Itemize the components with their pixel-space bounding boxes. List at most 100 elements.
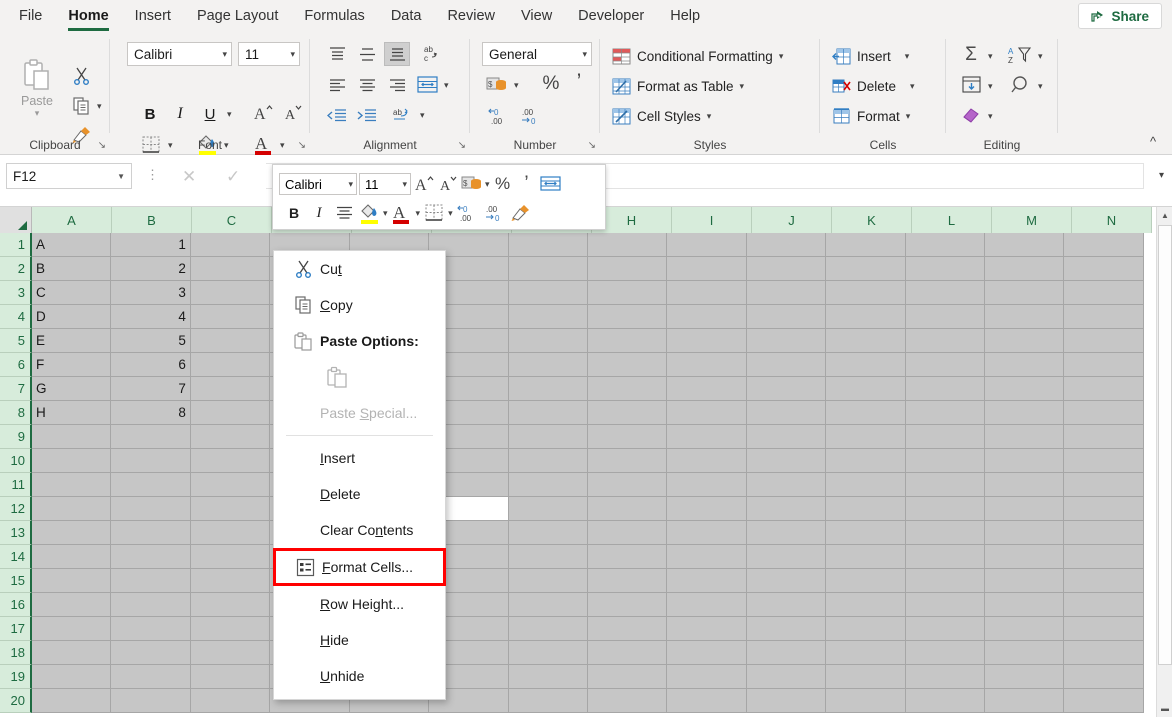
row-header-17[interactable]: 17: [0, 617, 32, 641]
row-header-19[interactable]: 19: [0, 665, 32, 689]
find-and-select-button[interactable]: [1008, 73, 1034, 97]
cancel-icon[interactable]: ✕: [182, 167, 196, 187]
cell-K18[interactable]: [826, 641, 906, 665]
cell-J7[interactable]: [746, 377, 827, 401]
cell-L13[interactable]: [905, 521, 986, 545]
number-dialog-launcher[interactable]: ↘: [588, 140, 596, 151]
increase-decimal-button[interactable]: 0.00: [484, 103, 514, 129]
cell-B12[interactable]: [111, 497, 191, 521]
cell-B8[interactable]: 8: [111, 401, 191, 425]
cell-L16[interactable]: [905, 593, 986, 617]
cell-H7[interactable]: [587, 377, 668, 401]
cell-I10[interactable]: [667, 449, 747, 473]
merge-center-chevron-icon[interactable]: ▾: [420, 110, 425, 121]
increase-indent-button[interactable]: [354, 103, 380, 127]
cell-J18[interactable]: [746, 641, 827, 665]
cell-M9[interactable]: [985, 425, 1065, 449]
cell-J5[interactable]: [746, 329, 827, 353]
cell-H2[interactable]: [587, 257, 668, 281]
ribbon-tab-home[interactable]: Home: [55, 2, 121, 31]
cell-J19[interactable]: [746, 665, 827, 689]
cell-M5[interactable]: [985, 329, 1065, 353]
ribbon-tab-data[interactable]: Data: [378, 2, 435, 31]
accounting-format-chevron-icon[interactable]: ▾: [514, 80, 519, 91]
cell-I17[interactable]: [667, 617, 747, 641]
autosum-button[interactable]: Σ: [958, 43, 984, 67]
row-header-13[interactable]: 13: [0, 521, 32, 545]
cell-N17[interactable]: [1064, 617, 1144, 641]
cell-N3[interactable]: [1064, 281, 1144, 305]
cell-H15[interactable]: [587, 569, 668, 593]
cell-L6[interactable]: [905, 353, 986, 377]
cell-C6[interactable]: [190, 353, 271, 377]
cell-G19[interactable]: [508, 665, 588, 689]
context-menu-item-delete[interactable]: Delete: [274, 476, 445, 512]
cell-C12[interactable]: [190, 497, 271, 521]
column-header-J[interactable]: J: [752, 207, 832, 233]
cell-M16[interactable]: [985, 593, 1065, 617]
cell-J15[interactable]: [746, 569, 827, 593]
cell-H4[interactable]: [587, 305, 668, 329]
align-middle-button[interactable]: [354, 42, 380, 66]
row-header-4[interactable]: 4: [0, 305, 32, 329]
cell-C7[interactable]: [190, 377, 271, 401]
cell-B9[interactable]: [111, 425, 191, 449]
cell-I19[interactable]: [667, 665, 747, 689]
cell-L1[interactable]: [905, 233, 986, 257]
cell-N20[interactable]: [1064, 689, 1144, 713]
cell-K7[interactable]: [826, 377, 906, 401]
collapse-ribbon-button[interactable]: ^: [1142, 132, 1164, 150]
cell-H5[interactable]: [587, 329, 668, 353]
cell-L19[interactable]: [905, 665, 986, 689]
cell-M3[interactable]: [985, 281, 1065, 305]
cell-B19[interactable]: [111, 665, 191, 689]
cell-G13[interactable]: [508, 521, 588, 545]
cut-button[interactable]: [68, 64, 94, 88]
cell-A9[interactable]: [32, 425, 112, 449]
ribbon-tab-view[interactable]: View: [508, 2, 565, 31]
cell-N6[interactable]: [1064, 353, 1144, 377]
cell-N5[interactable]: [1064, 329, 1144, 353]
cell-B15[interactable]: [111, 569, 191, 593]
cell-H18[interactable]: [587, 641, 668, 665]
cell-H17[interactable]: [587, 617, 668, 641]
cell-A16[interactable]: [32, 593, 112, 617]
fill-button[interactable]: [958, 73, 984, 97]
row-header-11[interactable]: 11: [0, 473, 32, 497]
column-header-N[interactable]: N: [1072, 207, 1152, 233]
number-format-combo[interactable]: General ▾: [482, 42, 592, 66]
format-as-table-button[interactable]: Format as Table ▾: [612, 75, 744, 97]
column-header-A[interactable]: A: [32, 207, 112, 233]
cell-I13[interactable]: [667, 521, 747, 545]
mini-fill-color-chevron-icon[interactable]: ▾: [383, 208, 388, 219]
bold-button[interactable]: B: [138, 103, 162, 125]
row-header-14[interactable]: 14: [0, 545, 32, 569]
cell-K5[interactable]: [826, 329, 906, 353]
cell-J8[interactable]: [746, 401, 827, 425]
cell-K20[interactable]: [826, 689, 906, 713]
alignment-dialog-launcher[interactable]: ↘: [458, 140, 466, 151]
cell-L7[interactable]: [905, 377, 986, 401]
cell-B10[interactable]: [111, 449, 191, 473]
cell-J4[interactable]: [746, 305, 827, 329]
cell-K17[interactable]: [826, 617, 906, 641]
clear-chevron-icon[interactable]: ▾: [988, 111, 993, 122]
merge-and-center-button[interactable]: ab: [390, 103, 416, 127]
cell-I20[interactable]: [667, 689, 747, 713]
mini-format-painter-button[interactable]: [510, 201, 532, 225]
mini-fill-color-button[interactable]: [358, 201, 380, 225]
cell-G15[interactable]: [508, 569, 588, 593]
cell-N10[interactable]: [1064, 449, 1144, 473]
cell-B16[interactable]: [111, 593, 191, 617]
cell-J10[interactable]: [746, 449, 827, 473]
cell-G4[interactable]: [508, 305, 588, 329]
row-header-3[interactable]: 3: [0, 281, 32, 305]
cell-H9[interactable]: [587, 425, 668, 449]
cell-H20[interactable]: [587, 689, 668, 713]
formula-bar-grip[interactable]: ⋮: [146, 167, 159, 183]
cell-I12[interactable]: [667, 497, 747, 521]
cell-A2[interactable]: B: [32, 257, 112, 281]
cell-J1[interactable]: [746, 233, 827, 257]
cell-M13[interactable]: [985, 521, 1065, 545]
expand-formula-bar-icon[interactable]: ▾: [1159, 170, 1164, 181]
